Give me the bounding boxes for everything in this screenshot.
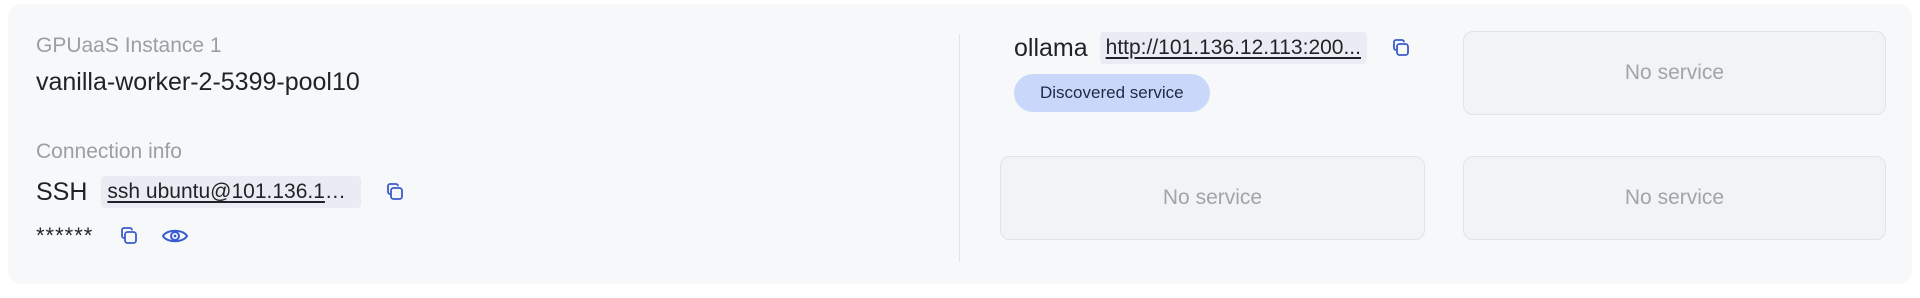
vertical-divider bbox=[959, 34, 960, 262]
connection-info-label: Connection info bbox=[36, 140, 182, 163]
reveal-password-button[interactable] bbox=[161, 222, 189, 250]
no-service-label: No service bbox=[1624, 61, 1725, 84]
service-url-link[interactable]: http://101.136.12.113:200... bbox=[1099, 32, 1367, 64]
service-header: ollama http://101.136.12.113:200... bbox=[1014, 32, 1415, 64]
copy-url-button[interactable] bbox=[1387, 34, 1415, 62]
eye-icon bbox=[162, 229, 189, 243]
password-row: ****** bbox=[36, 222, 189, 250]
copy-password-button[interactable] bbox=[115, 222, 143, 250]
no-service-label: No service bbox=[1624, 186, 1725, 209]
service-slot-empty-1: No service bbox=[1463, 31, 1886, 115]
copy-icon bbox=[387, 183, 404, 200]
service-slot-ollama: ollama http://101.136.12.113:200... Disc… bbox=[1014, 28, 1434, 112]
instance-card: GPUaaS Instance 1 vanilla-worker-2-5399-… bbox=[8, 4, 1912, 284]
ssh-command-link[interactable]: ssh ubuntu@101.136.12.113... bbox=[101, 176, 362, 208]
service-slot-empty-2: No service bbox=[1000, 156, 1425, 240]
copy-icon bbox=[1393, 39, 1409, 56]
instance-name: vanilla-worker-2-5399-pool10 bbox=[36, 68, 360, 96]
instance-type-label: GPUaaS Instance 1 bbox=[36, 34, 222, 57]
ssh-label: SSH bbox=[36, 177, 88, 206]
ssh-row: SSH ssh ubuntu@101.136.12.113... bbox=[36, 176, 409, 208]
instance-info-panel: GPUaaS Instance 1 vanilla-worker-2-5399-… bbox=[36, 4, 956, 284]
discovered-service-badge: Discovered service bbox=[1014, 74, 1210, 112]
service-name: ollama bbox=[1014, 33, 1088, 62]
copy-ssh-button[interactable] bbox=[381, 178, 409, 206]
service-slot-empty-3: No service bbox=[1463, 156, 1886, 240]
no-service-label: No service bbox=[1162, 186, 1263, 209]
password-masked: ****** bbox=[36, 223, 94, 248]
copy-icon bbox=[121, 227, 138, 244]
